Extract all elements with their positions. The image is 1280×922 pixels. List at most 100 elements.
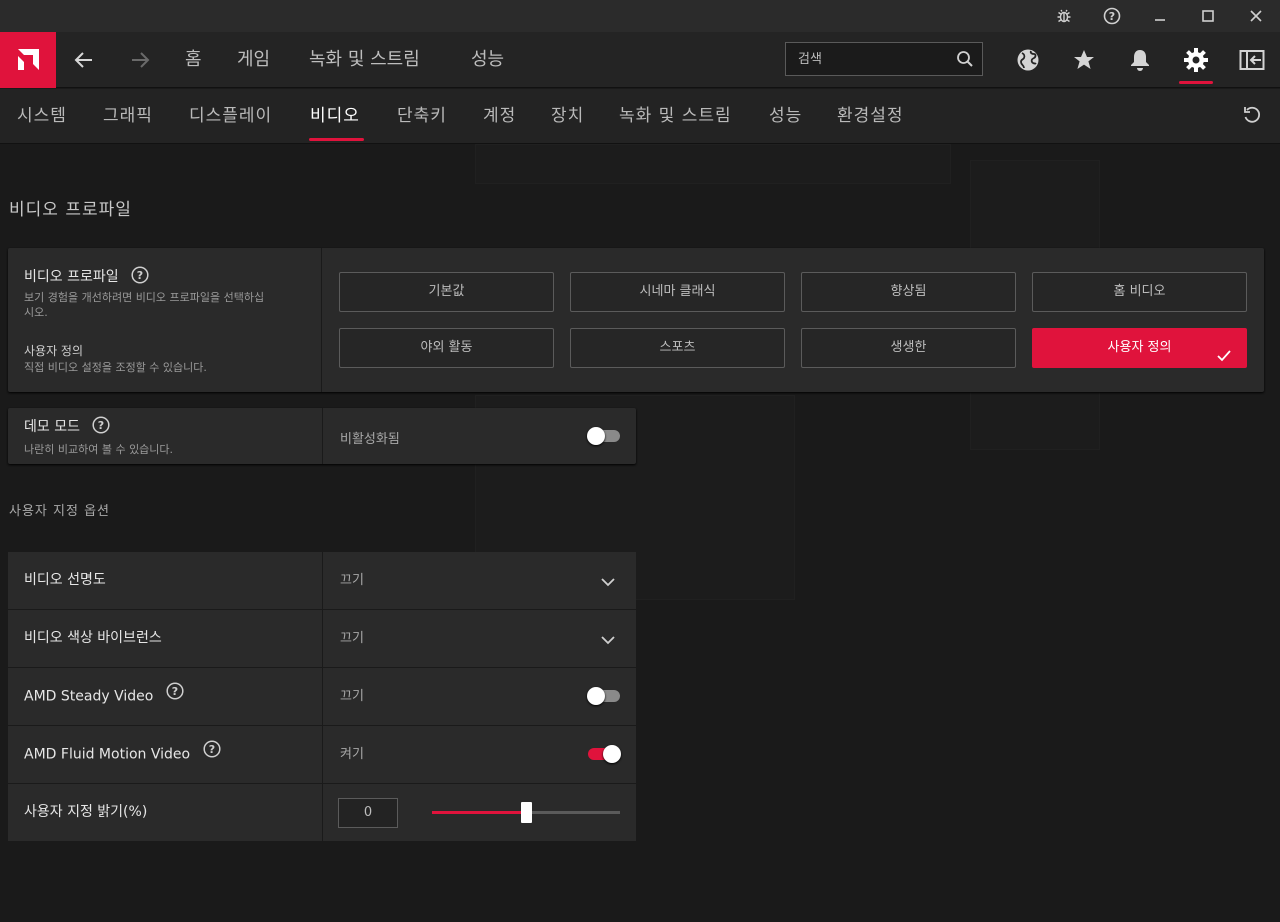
reset-icon[interactable] bbox=[1242, 105, 1262, 129]
tab-devices[interactable]: 장치 bbox=[551, 89, 584, 144]
close-icon[interactable] bbox=[1233, 0, 1279, 32]
card-divider bbox=[321, 248, 322, 392]
row-divider bbox=[322, 552, 323, 609]
steady-video-toggle[interactable] bbox=[587, 687, 620, 705]
section-title: 비디오 프로파일 bbox=[9, 200, 132, 220]
profile-enhanced-button[interactable]: 향상됨 bbox=[801, 272, 1016, 312]
search-icon[interactable] bbox=[956, 50, 974, 72]
tab-performance[interactable]: 성능 bbox=[769, 89, 802, 144]
row-divider bbox=[322, 726, 323, 783]
help-icon[interactable]: ? bbox=[92, 416, 110, 438]
row-divider bbox=[322, 784, 323, 841]
profile-home-video-button[interactable]: 홈 비디오 bbox=[1032, 272, 1247, 312]
search-box[interactable] bbox=[785, 42, 983, 76]
option-label: AMD Steady Video ? bbox=[24, 668, 184, 725]
toggle-knob bbox=[587, 687, 605, 705]
nav-home[interactable]: 홈 bbox=[185, 32, 202, 88]
option-label-text: AMD Steady Video bbox=[24, 688, 154, 705]
star-icon[interactable] bbox=[1056, 32, 1112, 88]
demo-mode-card: 데모 모드 ? 나란히 비교하여 볼 수 있습니다. 비활성화됨 bbox=[8, 408, 636, 464]
nav-gaming[interactable]: 게임 bbox=[237, 32, 270, 88]
settings-active-indicator bbox=[1179, 81, 1213, 84]
demo-mode-description: 나란히 비교하여 볼 수 있습니다. bbox=[24, 443, 174, 456]
option-label: 사용자 지정 밝기(%) bbox=[24, 804, 148, 820]
demo-mode-status: 비활성화됨 bbox=[340, 432, 400, 447]
profile-title-text: 비디오 프로파일 bbox=[24, 269, 119, 285]
svg-text:?: ? bbox=[208, 743, 214, 756]
video-tab-indicator bbox=[309, 138, 364, 141]
help-icon[interactable]: ? bbox=[202, 726, 221, 783]
option-row-vibrance: 비디오 색상 바이브런스 끄기 bbox=[8, 610, 636, 667]
row-divider bbox=[322, 668, 323, 725]
option-value: 끄기 bbox=[340, 689, 364, 704]
current-profile-description: 직접 비디오 설정을 조정할 수 있습니다. bbox=[24, 361, 207, 374]
back-arrow-icon[interactable] bbox=[56, 32, 112, 88]
profile-outdoor-button[interactable]: 야외 활동 bbox=[339, 328, 554, 368]
help-icon[interactable]: ? bbox=[166, 668, 184, 725]
current-profile-title: 사용자 정의 bbox=[24, 344, 84, 358]
option-label: AMD Fluid Motion Video ? bbox=[24, 726, 221, 783]
svg-text:?: ? bbox=[137, 269, 143, 282]
profile-sports-button[interactable]: 스포츠 bbox=[570, 328, 785, 368]
main-nav: 홈 게임 녹화 및 스트림 성능 bbox=[0, 32, 1280, 88]
option-row-brightness: 사용자 지정 밝기(%) 0 bbox=[8, 784, 636, 841]
minimize-icon[interactable] bbox=[1137, 0, 1183, 32]
profile-custom-label: 사용자 정의 bbox=[1107, 340, 1172, 355]
profile-default-button[interactable]: 기본값 bbox=[339, 272, 554, 312]
help-icon[interactable]: ? bbox=[1089, 0, 1135, 32]
bug-icon[interactable] bbox=[1041, 0, 1087, 32]
title-bar: ? bbox=[0, 0, 1280, 32]
option-row-fluid-motion: AMD Fluid Motion Video ? 켜기 bbox=[8, 726, 636, 783]
option-label: 비디오 색상 바이브런스 bbox=[24, 630, 162, 646]
help-icon[interactable]: ? bbox=[131, 266, 149, 288]
profile-custom-button[interactable]: 사용자 정의 bbox=[1032, 328, 1247, 368]
profile-vivid-button[interactable]: 생생한 bbox=[801, 328, 1016, 368]
option-row-steady-video: AMD Steady Video ? 끄기 bbox=[8, 668, 636, 725]
slider-fill bbox=[432, 811, 526, 814]
background-panel bbox=[475, 144, 951, 184]
globe-icon[interactable] bbox=[1000, 32, 1056, 88]
tab-account[interactable]: 계정 bbox=[483, 89, 516, 144]
svg-text:?: ? bbox=[1109, 10, 1115, 23]
gear-icon[interactable] bbox=[1168, 32, 1224, 88]
option-value[interactable]: 끄기 bbox=[340, 552, 364, 609]
nav-performance[interactable]: 성능 bbox=[471, 32, 504, 88]
toggle-knob bbox=[603, 745, 621, 763]
option-value[interactable]: 끄기 bbox=[340, 610, 364, 667]
tab-graphics[interactable]: 그래픽 bbox=[103, 89, 153, 144]
profile-title: 비디오 프로파일 ? bbox=[24, 266, 149, 288]
search-input[interactable] bbox=[786, 43, 946, 75]
slider-handle[interactable] bbox=[521, 802, 532, 823]
option-label-text: AMD Fluid Motion Video bbox=[24, 746, 191, 763]
demo-mode-title: 데모 모드 ? bbox=[24, 416, 110, 438]
tab-display[interactable]: 디스플레이 bbox=[189, 89, 272, 144]
chevron-down-icon[interactable] bbox=[600, 573, 616, 592]
tab-hotkeys[interactable]: 단축키 bbox=[397, 89, 447, 144]
sidebar-icon[interactable] bbox=[1224, 32, 1280, 88]
amd-logo[interactable] bbox=[0, 32, 56, 88]
brightness-slider[interactable] bbox=[432, 802, 620, 823]
card-divider bbox=[322, 408, 323, 464]
nav-record-stream[interactable]: 녹화 및 스트림 bbox=[309, 32, 420, 88]
option-label: 비디오 선명도 bbox=[24, 572, 106, 588]
tab-preferences[interactable]: 환경설정 bbox=[837, 89, 904, 144]
toggle-knob bbox=[587, 427, 605, 445]
maximize-icon[interactable] bbox=[1185, 0, 1231, 32]
svg-text:?: ? bbox=[98, 419, 104, 432]
chevron-down-icon[interactable] bbox=[600, 631, 616, 650]
bell-icon[interactable] bbox=[1112, 32, 1168, 88]
brightness-value-input[interactable]: 0 bbox=[338, 798, 398, 828]
fluid-motion-toggle[interactable] bbox=[588, 745, 621, 763]
tab-record-stream[interactable]: 녹화 및 스트림 bbox=[619, 89, 732, 144]
tab-video[interactable]: 비디오 bbox=[310, 89, 360, 144]
option-value: 켜기 bbox=[340, 747, 364, 762]
tab-system[interactable]: 시스템 bbox=[17, 89, 67, 144]
custom-options-title: 사용자 지정 옵션 bbox=[9, 504, 110, 519]
option-row-sharpness: 비디오 선명도 끄기 bbox=[8, 552, 636, 609]
forward-arrow-icon[interactable] bbox=[112, 32, 168, 88]
settings-tabs: 시스템 그래픽 디스플레이 비디오 단축키 계정 장치 녹화 및 스트림 성능 … bbox=[0, 89, 1280, 144]
profile-cinema-classic-button[interactable]: 시네마 클래식 bbox=[570, 272, 785, 312]
svg-text:?: ? bbox=[172, 685, 178, 698]
demo-mode-toggle[interactable] bbox=[587, 427, 620, 445]
profile-description: 보기 경험을 개선하려면 비디오 프로파일을 선택하십시오. bbox=[24, 291, 265, 319]
